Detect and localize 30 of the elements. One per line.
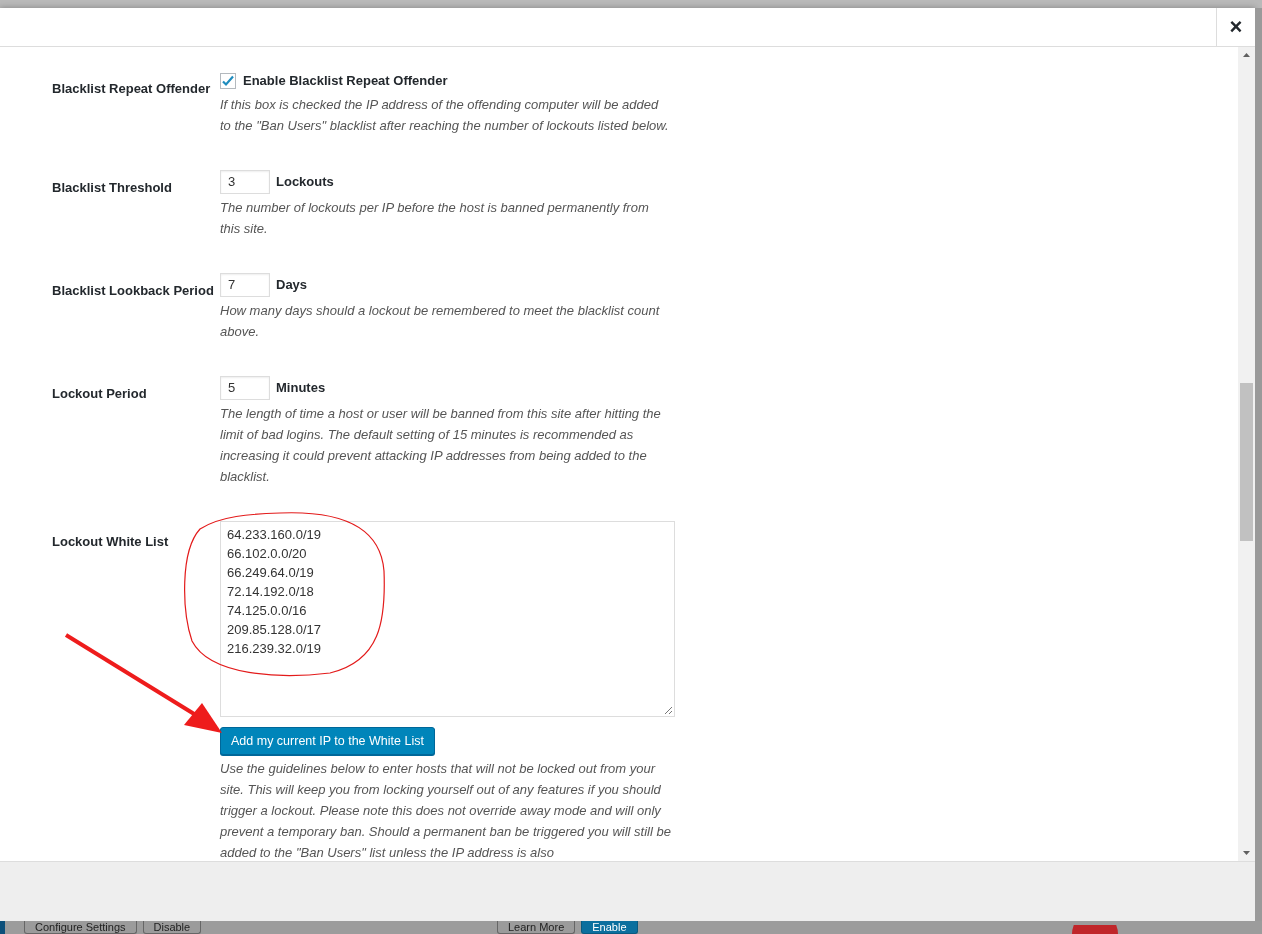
- page-button[interactable]: Disable: [142, 921, 202, 934]
- setting-label: Lockout Period: [52, 386, 147, 401]
- checkbox-label: Enable Blacklist Repeat Offender: [243, 72, 448, 91]
- check-icon: [221, 74, 235, 88]
- setting-label: Lockout White List: [52, 534, 169, 549]
- setting-description: Use the guidelines below to enter hosts that will not be locked out from your site. This will keep you from locking yourself out of any features if you should trigger a lockout. Please note this does not override away mode and will only prevent a temporary ban. Should a permanent ban be triggered you will still be added to the "Ban Users" list unless the IP address is also: [220, 760, 672, 861]
- sidebar-edge: [0, 921, 5, 934]
- number-field[interactable]: 5: [220, 376, 270, 400]
- setting-label: Blacklist Repeat Offender: [52, 81, 211, 96]
- resize-handle-icon[interactable]: [664, 706, 673, 715]
- number-field[interactable]: 7: [220, 273, 270, 297]
- setting-description: The number of lockouts per IP before the host is banned permanently from this site.: [220, 199, 650, 238]
- scrollbar-thumb[interactable]: [1240, 383, 1253, 541]
- page-button[interactable]: Configure Settings: [24, 921, 137, 934]
- setting-description: If this box is checked the IP address of the offending computer will be added to the "Ban Users" blacklist after reaching the number of lockouts listed below.: [220, 96, 670, 135]
- number-field[interactable]: 3: [220, 170, 270, 194]
- unit-label: Minutes: [276, 379, 326, 398]
- setting-label: Blacklist Lookback Period: [52, 283, 214, 298]
- page-button[interactable]: Enable: [581, 921, 638, 934]
- page-button[interactable]: Learn More: [497, 921, 576, 934]
- scrollbar[interactable]: [1238, 47, 1255, 861]
- setting-description: The length of time a host or user will be banned from this site after hitting the limit of bad logins. The default setting of 15 minutes is recommended as increasing it could prevent attacking IP addresses from being added to the blacklist.: [220, 405, 662, 486]
- add-ip-button[interactable]: Add my current IP to the White List: [220, 727, 435, 755]
- unit-label: Days: [276, 276, 308, 295]
- whitelist-field[interactable]: 64.233.160.0/19 66.102.0.0/20 66.249.64.0/19 72.14.192.0/18 74.125.0.0/16 209.85.128.0/17 216.239.32.0/19: [220, 521, 675, 717]
- alert-icon: [1072, 925, 1118, 934]
- setting-label: Blacklist Threshold: [52, 180, 172, 195]
- setting-description: How many days should a lockout be remembered to meet the blacklist count above.: [220, 302, 661, 341]
- unit-label: Lockouts: [276, 173, 334, 192]
- checkbox[interactable]: [220, 73, 236, 89]
